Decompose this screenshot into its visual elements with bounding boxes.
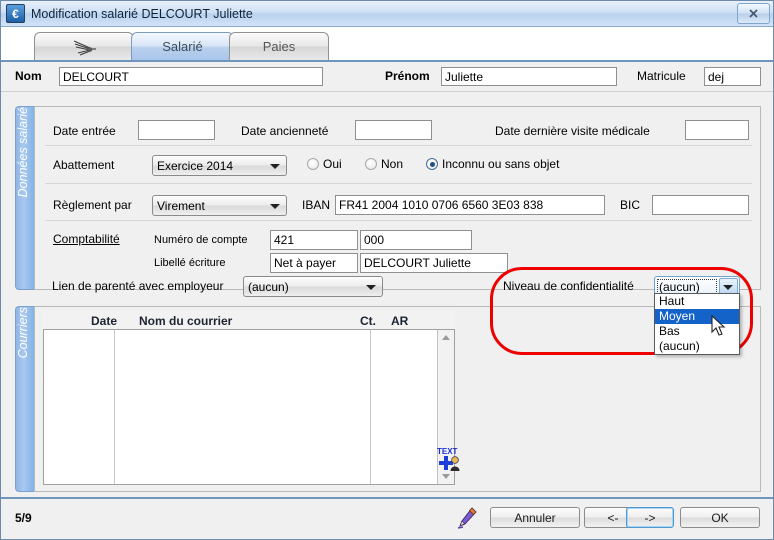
sidetab-donnees-label: Données salarié [16, 107, 30, 198]
ok-button[interactable]: OK [680, 507, 760, 528]
scroll-up-icon[interactable] [438, 330, 454, 345]
tab-paies[interactable]: Paies [229, 32, 329, 60]
reglement-combo-value: Virement [157, 198, 205, 213]
confidentialite-combo-value: (aucun) [659, 279, 700, 294]
ok-button-label: OK [711, 510, 729, 525]
confidentialite-label: Niveau de confidentialité [503, 279, 634, 293]
grid-column-divider-1 [114, 330, 115, 484]
divider-2 [45, 183, 752, 184]
prenom-input[interactable]: Juliette [441, 67, 617, 86]
title-bar: € Modification salarié DELCOURT Juliette [1, 1, 773, 27]
numero-compte-label: Numéro de compte [154, 234, 248, 246]
radio-non-dot [365, 158, 377, 170]
tab-salarie-label: Salarié [162, 39, 203, 54]
identity-header: Nom DELCOURT Prénom Juliette Matricule d… [1, 62, 773, 92]
bic-input[interactable] [652, 195, 749, 215]
mouse-cursor-icon [711, 315, 726, 336]
donnees-salarie-panel: Date entrée Date ancienneté Date dernièr… [34, 106, 761, 290]
radio-inconnu[interactable]: Inconnu ou sans objet [426, 157, 559, 171]
reglement-label: Règlement par [53, 198, 132, 212]
previous-button-label: <- [607, 510, 619, 525]
tab-overview[interactable] [34, 32, 134, 60]
dropdown-item-aucun[interactable]: (aucun) [655, 339, 739, 354]
abattement-label: Abattement [53, 158, 115, 172]
date-entree-input[interactable] [138, 120, 215, 140]
chevron-down-icon [723, 284, 733, 290]
radio-inconnu-dot [426, 158, 438, 170]
column-header-nom-courrier: Nom du courrier [139, 314, 233, 328]
dropdown-item-haut[interactable]: Haut [655, 294, 739, 309]
sidetab-courriers[interactable]: Courriers [15, 306, 35, 492]
date-anciennete-input[interactable] [355, 120, 432, 140]
cancel-button-label: Annuler [514, 510, 556, 525]
abattement-combo-value: Exercice 2014 [157, 158, 234, 173]
nom-input[interactable]: DELCOURT [59, 67, 323, 86]
dragonfly-icon [73, 39, 96, 56]
divider-3 [45, 220, 752, 221]
iban-label: IBAN [302, 198, 331, 212]
chevron-down-icon [270, 203, 280, 209]
tab-paies-label: Paies [262, 39, 296, 54]
radio-oui[interactable]: Oui [307, 157, 342, 171]
page-indicator: 5/9 [15, 511, 32, 525]
next-button[interactable]: -> [626, 507, 674, 528]
numero-compte-input-2[interactable]: 000 [360, 230, 472, 250]
lien-parente-combo-value: (aucun) [248, 279, 289, 294]
abattement-combo[interactable]: Exercice 2014 [152, 155, 287, 176]
numero-compte-input[interactable]: 421 [270, 230, 358, 250]
add-text-person-icon[interactable]: TEXT [436, 445, 462, 473]
date-visite-label: Date dernière visite médicale [495, 124, 650, 138]
sidetab-courriers-label: Courriers [16, 307, 30, 359]
radio-inconnu-label: Inconnu ou sans objet [442, 157, 560, 171]
nom-label: Nom [15, 69, 42, 83]
column-header-ar: AR [391, 314, 409, 328]
courriers-panel: Date Nom du courrier Ct. AR TEXT [34, 306, 761, 492]
prenom-label: Prénom [385, 69, 430, 83]
confidentialite-dropdown-list[interactable]: Haut Moyen Bas (aucun) [654, 293, 740, 355]
libelle-ecriture-input[interactable]: Net à payer [270, 253, 358, 273]
libelle-ecriture-input-2[interactable]: DELCOURT Juliette [360, 253, 508, 273]
chevron-down-icon [366, 284, 376, 290]
matricule-input[interactable]: dej [704, 67, 761, 86]
svg-text:TEXT: TEXT [437, 447, 458, 456]
iban-input[interactable]: FR41 2004 1010 0706 6560 3E03 838 [335, 195, 605, 215]
column-header-ct: Ct. [360, 314, 376, 328]
radio-non-label: Non [381, 157, 404, 171]
date-anciennete-label: Date ancienneté [241, 124, 329, 138]
pencil-icon[interactable] [457, 507, 477, 529]
bic-label: BIC [620, 198, 641, 212]
date-entree-label: Date entrée [53, 124, 116, 138]
tab-salarie[interactable]: Salarié [131, 32, 234, 60]
lien-parente-label: Lien de parenté avec employeur [52, 279, 224, 293]
courriers-header-row: Date Nom du courrier Ct. AR [43, 311, 455, 329]
sidetab-donnees-salarie[interactable]: Données salarié [15, 106, 35, 290]
date-visite-input[interactable] [685, 120, 749, 140]
radio-non[interactable]: Non [365, 157, 403, 171]
lien-parente-combo[interactable]: (aucun) [243, 276, 383, 297]
comptabilite-label: Comptabilité [53, 232, 120, 246]
libelle-ecriture-label: Libellé écriture [154, 257, 226, 269]
close-glyph [749, 9, 758, 18]
divider-1 [45, 145, 752, 146]
courriers-table[interactable] [43, 329, 455, 485]
radio-oui-label: Oui [323, 157, 342, 171]
radio-oui-dot [307, 158, 319, 170]
footer-bar: 5/9 Annuler <- -> OK [1, 497, 773, 539]
dialog-window: € Modification salarié DELCOURT Juliette… [0, 0, 774, 540]
close-icon[interactable] [737, 3, 770, 24]
grid-column-divider-2 [370, 330, 371, 484]
column-header-date: Date [91, 314, 118, 328]
reglement-combo[interactable]: Virement [152, 195, 287, 216]
tab-strip: Salarié Paies [1, 27, 773, 62]
chevron-down-icon [270, 163, 280, 169]
euro-icon: € [6, 4, 25, 23]
window-title: Modification salarié DELCOURT Juliette [31, 6, 253, 21]
cancel-button[interactable]: Annuler [490, 507, 580, 528]
next-button-label: -> [644, 510, 656, 525]
matricule-label: Matricule [637, 69, 686, 83]
